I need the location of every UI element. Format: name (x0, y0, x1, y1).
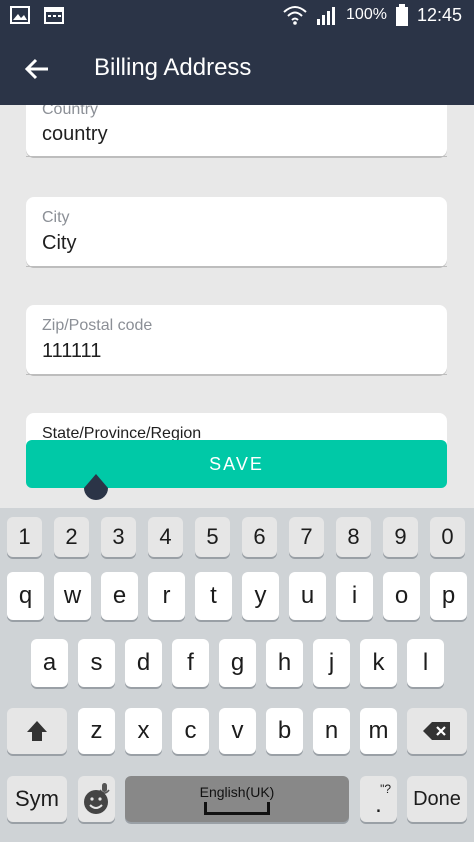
key-w[interactable]: w (54, 572, 91, 620)
page-title: Billing Address (94, 54, 252, 81)
key-j[interactable]: j (313, 639, 350, 687)
country-input[interactable]: country (42, 123, 108, 146)
key-v[interactable]: v (219, 708, 256, 754)
key-p[interactable]: p (430, 572, 467, 620)
status-left-icons (10, 6, 64, 24)
key-2[interactable]: 2 (54, 517, 89, 557)
emoji-key[interactable] (78, 776, 115, 822)
app-bar: Billing Address (0, 32, 474, 105)
zip-input[interactable]: 111111 (42, 340, 101, 363)
key-4[interactable]: 4 (148, 517, 183, 557)
shift-arrow-icon (27, 721, 47, 741)
field-underline (26, 266, 447, 267)
key-0[interactable]: 0 (430, 517, 465, 557)
key-m[interactable]: m (360, 708, 397, 754)
emoji-mic-icon (83, 783, 110, 814)
key-l[interactable]: l (407, 639, 444, 687)
field-underline (26, 156, 447, 157)
key-5[interactable]: 5 (195, 517, 230, 557)
city-input[interactable]: City (42, 232, 76, 255)
shift-key[interactable] (7, 708, 67, 754)
key-y[interactable]: y (242, 572, 279, 620)
key-q[interactable]: q (7, 572, 44, 620)
status-right: 100% 12:45 (282, 4, 462, 26)
city-field[interactable]: City City (26, 197, 447, 267)
battery-percentage: 100% (346, 6, 387, 23)
key-x[interactable]: x (125, 708, 162, 754)
key-1[interactable]: 1 (7, 517, 42, 557)
key-3[interactable]: 3 (101, 517, 136, 557)
key-a[interactable]: a (31, 639, 68, 687)
key-d[interactable]: d (125, 639, 162, 687)
space-bar[interactable]: English(UK) (125, 776, 349, 822)
zip-label: Zip/Postal code (42, 317, 153, 334)
space-symbol-icon (204, 801, 270, 815)
key-t[interactable]: t (195, 572, 232, 620)
key-7[interactable]: 7 (289, 517, 324, 557)
calendar-icon (44, 7, 64, 24)
key-i[interactable]: i (336, 572, 373, 620)
battery-icon (395, 4, 408, 26)
done-key[interactable]: Done (407, 776, 467, 822)
key-h[interactable]: h (266, 639, 303, 687)
field-underline (26, 374, 447, 375)
space-bar-language: English(UK) (199, 783, 275, 800)
sym-key[interactable]: Sym (7, 776, 67, 822)
key-9[interactable]: 9 (383, 517, 418, 557)
key-r[interactable]: r (148, 572, 185, 620)
key-s[interactable]: s (78, 639, 115, 687)
key-c[interactable]: c (172, 708, 209, 754)
key-k[interactable]: k (360, 639, 397, 687)
key-o[interactable]: o (383, 572, 420, 620)
zip-field[interactable]: Zip/Postal code 111111 (26, 305, 447, 375)
key-6[interactable]: 6 (242, 517, 277, 557)
key-z[interactable]: z (78, 708, 115, 754)
key-u[interactable]: u (289, 572, 326, 620)
key-f[interactable]: f (172, 639, 209, 687)
key-8[interactable]: 8 (336, 517, 371, 557)
wifi-icon (283, 6, 307, 25)
clock: 12:45 (416, 4, 462, 25)
soft-keyboard: 1 2 3 4 5 6 7 8 9 0 q w e r t y u i o p … (0, 508, 474, 842)
period-key-label: . (375, 791, 382, 818)
country-field[interactable]: Country country (26, 105, 447, 157)
key-e[interactable]: e (101, 572, 138, 620)
key-b[interactable]: b (266, 708, 303, 754)
backspace-key[interactable] (407, 708, 467, 754)
back-arrow-icon[interactable] (20, 52, 54, 86)
key-g[interactable]: g (219, 639, 256, 687)
status-bar: 100% 12:45 (0, 0, 474, 32)
key-n[interactable]: n (313, 708, 350, 754)
text-cursor-handle-icon[interactable] (83, 474, 109, 504)
signal-icon (317, 7, 336, 25)
period-key[interactable]: "? . (360, 776, 397, 822)
country-label: Country (42, 105, 99, 118)
backspace-icon (423, 722, 450, 740)
city-label: City (42, 209, 70, 226)
gallery-icon (10, 6, 30, 24)
